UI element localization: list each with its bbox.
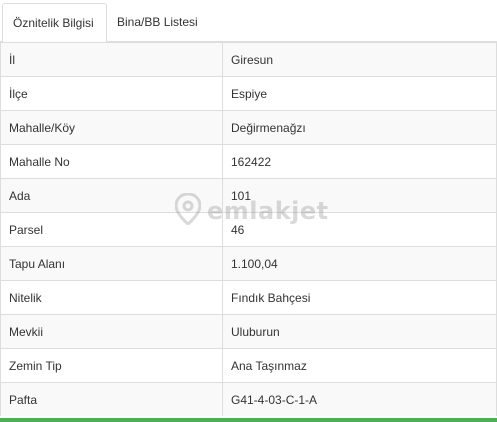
tab-bar: Öznitelik Bilgisi Bina/BB Listesi: [0, 0, 497, 43]
row-value: 1.100,04: [222, 246, 497, 281]
table-row: Nitelik Fındık Bahçesi: [0, 280, 497, 315]
row-key: Mevkii: [0, 314, 223, 349]
row-value: Giresun: [222, 42, 497, 77]
tab-oznitelik-bilgisi[interactable]: Öznitelik Bilgisi: [2, 3, 107, 43]
row-value: 46: [222, 212, 497, 247]
row-key: Mahalle/Köy: [0, 110, 223, 145]
row-key: Tapu Alanı: [0, 246, 223, 281]
row-key: Zemin Tip: [0, 348, 223, 383]
table-row: Tapu Alanı 1.100,04: [0, 246, 497, 281]
row-value: G41-4-03-C-1-A: [222, 382, 497, 416]
table-row: Pafta G41-4-03-C-1-A: [0, 382, 497, 416]
row-value: Espiye: [222, 76, 497, 111]
row-key: Mahalle No: [0, 144, 223, 179]
table-row: İl Giresun: [0, 42, 497, 77]
table-row: İlçe Espiye: [0, 76, 497, 111]
row-value: 101: [222, 178, 497, 213]
row-value: Fındık Bahçesi: [222, 280, 497, 315]
accent-bar: [0, 418, 497, 422]
table-row: Zemin Tip Ana Taşınmaz: [0, 348, 497, 383]
table-row: Mevkii Uluburun: [0, 314, 497, 349]
table-row: Ada 101: [0, 178, 497, 213]
table-row: Parsel 46: [0, 212, 497, 247]
row-key: Ada: [0, 178, 223, 213]
row-value: Uluburun: [222, 314, 497, 349]
table-row: Mahalle No 162422: [0, 144, 497, 179]
table-row: Mahalle/Köy Değirmenağzı: [0, 110, 497, 145]
row-key: Nitelik: [0, 280, 223, 315]
row-key: Pafta: [0, 382, 223, 416]
row-value: Ana Taşınmaz: [222, 348, 497, 383]
row-key: İlçe: [0, 76, 223, 111]
attribute-table: İl Giresun İlçe Espiye Mahalle/Köy Değir…: [0, 42, 497, 416]
row-value: Değirmenağzı: [222, 110, 497, 145]
row-key: Parsel: [0, 212, 223, 247]
row-key: İl: [0, 42, 223, 77]
row-value: 162422: [222, 144, 497, 179]
tab-bina-bb-listesi[interactable]: Bina/BB Listesi: [107, 3, 217, 42]
